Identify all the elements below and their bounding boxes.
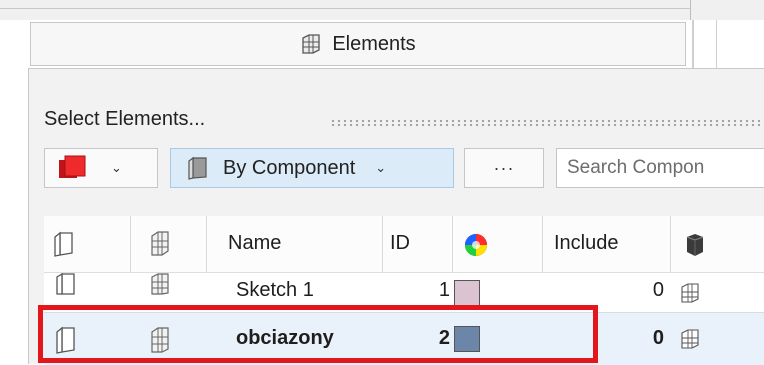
panel-drag-handle[interactable] bbox=[330, 119, 764, 127]
component-icon bbox=[56, 326, 75, 354]
row-id: 1 bbox=[438, 279, 450, 301]
top-frame bbox=[0, 0, 764, 20]
mesh-icon[interactable] bbox=[680, 283, 700, 303]
column-separator[interactable] bbox=[130, 216, 131, 272]
components-table: Name ID Include Sketch 1 1 0 obciazony 2… bbox=[44, 216, 764, 365]
elements-icon bbox=[302, 34, 320, 54]
top-frame-line bbox=[0, 8, 690, 9]
row-name: Sketch 1 bbox=[236, 279, 314, 301]
elements-tab-label: Elements bbox=[332, 32, 416, 55]
top-frame-separator bbox=[690, 0, 691, 20]
by-component-label: By Component bbox=[223, 156, 356, 179]
elements-icon[interactable] bbox=[148, 230, 172, 258]
row-id: 2 bbox=[438, 327, 450, 349]
table-row[interactable]: Sketch 1 1 0 bbox=[44, 272, 764, 313]
select-elements-label: Select Elements... bbox=[44, 108, 206, 130]
chevron-down-icon: ⌄ bbox=[375, 160, 387, 175]
column-header-include[interactable]: Include bbox=[554, 232, 619, 255]
column-header-id[interactable]: ID bbox=[390, 232, 410, 255]
color-swatch[interactable] bbox=[454, 280, 480, 306]
elements-tab[interactable]: Elements bbox=[30, 22, 686, 66]
table-header: Name ID Include bbox=[44, 216, 764, 272]
component-icon[interactable] bbox=[52, 230, 76, 258]
column-separator[interactable] bbox=[452, 216, 453, 272]
color-square-icon bbox=[59, 155, 86, 178]
tab-border bbox=[692, 20, 694, 68]
column-separator[interactable] bbox=[670, 216, 671, 272]
color-mode-button[interactable]: ⌄ bbox=[44, 148, 158, 188]
column-separator[interactable] bbox=[542, 216, 543, 272]
row-name: obciazony bbox=[236, 327, 334, 349]
color-wheel-icon[interactable] bbox=[464, 233, 488, 257]
elements-icon bbox=[151, 273, 169, 295]
elements-icon bbox=[151, 327, 169, 353]
column-separator[interactable] bbox=[382, 216, 383, 272]
row-include: 0 bbox=[652, 327, 664, 349]
search-input[interactable] bbox=[556, 148, 764, 188]
column-header-name[interactable]: Name bbox=[228, 232, 281, 255]
component-icon bbox=[188, 156, 207, 180]
component-icon bbox=[56, 273, 75, 295]
solid-part-icon[interactable] bbox=[684, 233, 706, 257]
mesh-icon[interactable] bbox=[680, 329, 700, 349]
table-row[interactable]: obciazony 2 0 bbox=[44, 312, 764, 365]
column-separator[interactable] bbox=[206, 216, 207, 272]
row-include: 0 bbox=[652, 279, 664, 301]
chevron-down-icon[interactable]: ⌄ bbox=[111, 160, 122, 176]
by-component-dropdown[interactable]: By Component ⌄ bbox=[170, 148, 454, 188]
tab-border bbox=[716, 20, 717, 68]
more-options-button[interactable]: ··· bbox=[464, 148, 544, 188]
color-swatch[interactable] bbox=[454, 326, 480, 352]
